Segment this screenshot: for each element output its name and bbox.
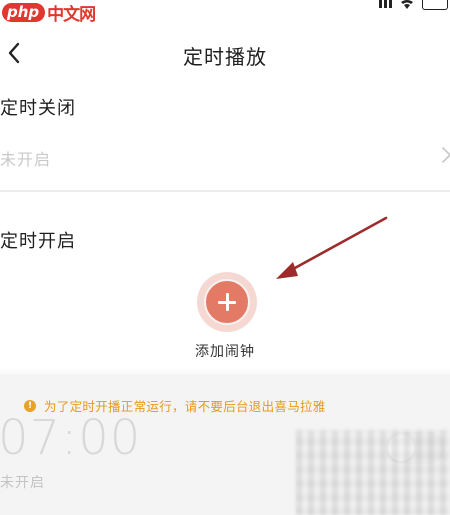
brand-php-badge: php: [2, 2, 46, 22]
page-title: 定时播放: [183, 45, 267, 69]
timer-close-title: 定时关闭: [0, 98, 76, 119]
chevron-right-icon: [442, 147, 450, 163]
signal-icon: [379, 0, 392, 8]
add-alarm-label: 添加闹钟: [195, 344, 255, 360]
section-divider: [0, 190, 450, 192]
alarm-toggle[interactable]: [385, 432, 445, 464]
alarm-toggle-knob: [388, 435, 414, 461]
status-icons: [379, 0, 450, 14]
timer-close-row[interactable]: 未开启: [0, 134, 450, 178]
plus-icon: [218, 293, 236, 311]
brand-logo: php 中文网: [2, 1, 96, 25]
timer-open-title: 定时开启: [0, 231, 76, 252]
alarm-time[interactable]: 07:00: [0, 410, 141, 466]
nav-bar: 定时播放: [0, 26, 450, 82]
add-alarm-button[interactable]: [197, 272, 257, 332]
arrow-annotation: [276, 216, 388, 279]
battery-icon: [422, 0, 448, 10]
timer-close-value: 未开启: [0, 150, 52, 169]
status-bar: php 中文网: [0, 0, 450, 26]
wifi-icon: [401, 0, 413, 9]
brand-name: 中文网: [47, 4, 96, 25]
alarm-status: 未开启: [0, 475, 45, 491]
add-alarm-button-inner: [204, 279, 250, 325]
